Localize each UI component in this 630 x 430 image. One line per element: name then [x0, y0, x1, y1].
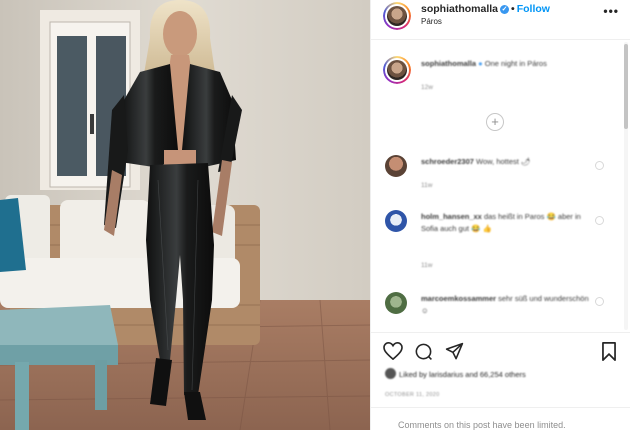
comments-scrollbar[interactable]: [624, 42, 628, 330]
author-avatar[interactable]: [383, 2, 411, 30]
comment-text: schroeder2307 Wow, hottest 🌶: [421, 156, 591, 168]
caption-body: One night in Páros: [484, 59, 547, 68]
likes-text: Liked by larisdarius and 66,254 others: [399, 370, 526, 379]
liker-avatar: [385, 368, 396, 379]
instagram-post-view: sophiathomalla ✓ • Follow Páros ••• sophiat…: [0, 0, 630, 430]
comment-text: marcoemkossammer sehr süß und wunderschö…: [421, 293, 591, 317]
post-photo[interactable]: [0, 0, 370, 430]
share-icon[interactable]: [445, 342, 464, 361]
comment-avatar[interactable]: [385, 155, 407, 177]
post-side-panel: sophiathomalla ✓ • Follow Páros ••• sophiat…: [370, 0, 630, 430]
post-date: OCTOBER 11, 2020: [385, 392, 440, 398]
verified-icon: ●: [478, 59, 483, 68]
verified-icon: ✓: [500, 5, 510, 14]
photo-illustration: [0, 0, 370, 430]
caption-username[interactable]: sophiathomalla: [421, 59, 476, 68]
comment-username[interactable]: marcoemkossammer: [421, 294, 496, 303]
author-username[interactable]: sophiathomalla: [421, 3, 498, 15]
separator: •: [511, 3, 515, 15]
caption-time: 12w: [421, 84, 433, 91]
likes-summary[interactable]: Liked by larisdarius and 66,254 others: [385, 368, 526, 379]
comment-like-icon[interactable]: [595, 161, 604, 170]
comment-icon[interactable]: [414, 342, 433, 361]
comments-list: sophiathomalla ● One night in Páros 12w …: [371, 40, 623, 332]
comment-avatar[interactable]: [385, 210, 407, 232]
bookmark-icon[interactable]: [601, 342, 617, 361]
scrollbar-thumb[interactable]: [624, 44, 628, 129]
post-actions-bar: [371, 332, 630, 368]
follow-button[interactable]: Follow: [517, 3, 550, 15]
author-line: sophiathomalla ✓ • Follow: [421, 3, 550, 15]
caption-text: sophiathomalla ● One night in Páros: [421, 58, 611, 70]
location-link[interactable]: Páros: [421, 17, 442, 26]
comment-body: Wow, hottest 🌶: [476, 157, 531, 166]
load-more-comments-button[interactable]: +: [486, 113, 504, 131]
caption-avatar[interactable]: [383, 56, 411, 84]
more-options-icon[interactable]: •••: [603, 4, 619, 18]
comment-like-icon[interactable]: [595, 297, 604, 306]
comment-text: holm_hansen_xx das heißt in Paros 😂 aber…: [421, 211, 591, 235]
heart-icon[interactable]: [383, 342, 403, 360]
comment-avatar[interactable]: [385, 292, 407, 314]
post-header: sophiathomalla ✓ • Follow Páros •••: [371, 0, 630, 40]
comment-time: 11w: [421, 182, 433, 189]
comments-limited-notice: Comments on this post have been limited.: [371, 407, 630, 430]
comment-time: 11w: [421, 262, 433, 269]
comment-username[interactable]: holm_hansen_xx: [421, 212, 482, 221]
comment-username[interactable]: schroeder2307: [421, 157, 474, 166]
comment-like-icon[interactable]: [595, 216, 604, 225]
